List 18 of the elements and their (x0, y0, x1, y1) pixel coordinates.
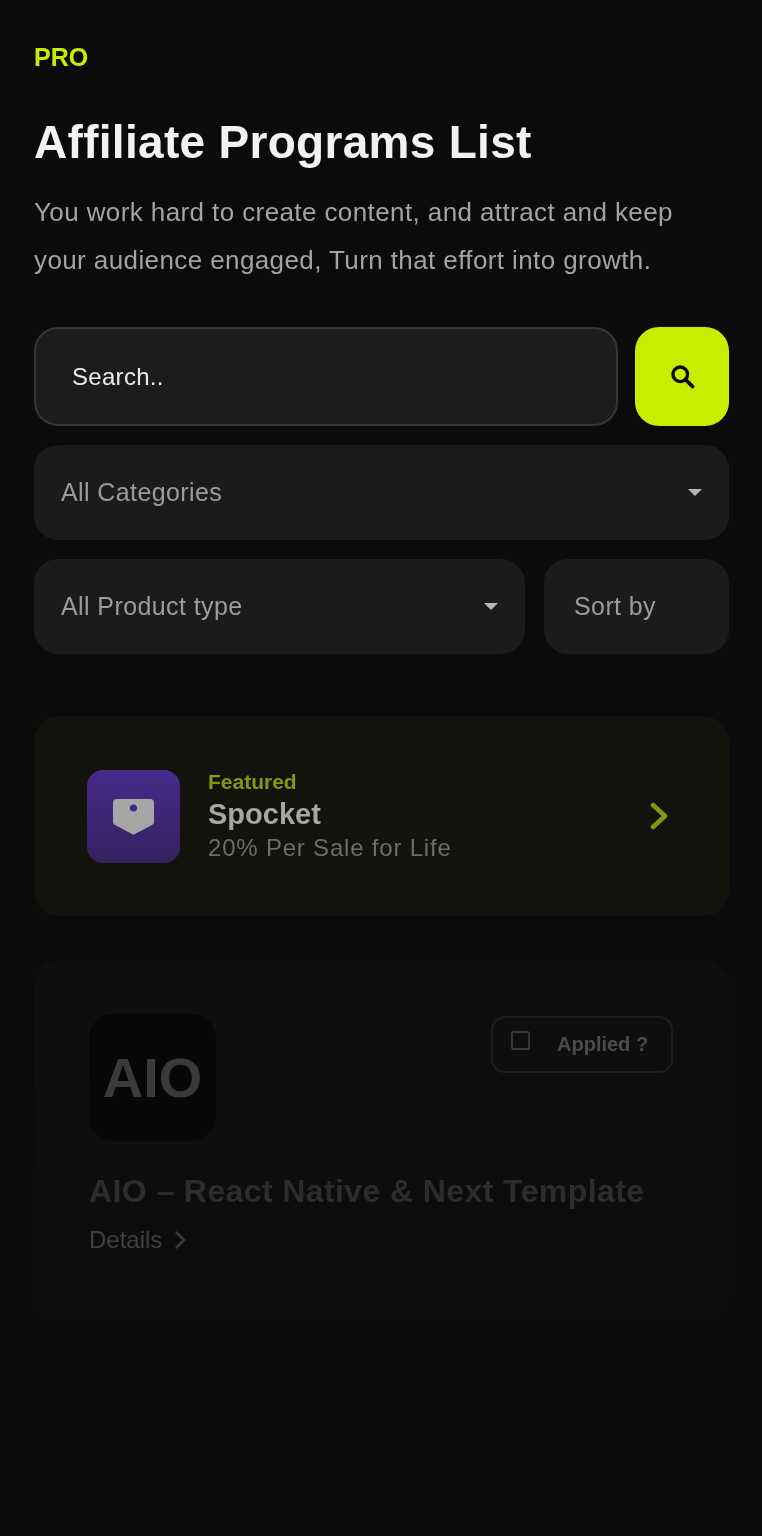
caret-down-icon (688, 489, 702, 496)
search-field[interactable]: Search.. (34, 327, 618, 426)
page-description: You work hard to create content, and attract and keep your audience engaged, Turn that effort into growth. (34, 196, 674, 277)
pro-label: PRO (34, 42, 89, 73)
search-icon (668, 363, 696, 390)
search-button[interactable] (635, 327, 729, 426)
caret-down-icon (484, 603, 498, 610)
featured-label: Featured (208, 769, 297, 795)
product-type-dropdown[interactable]: All Product type (34, 559, 525, 654)
program-name: Spocket (208, 797, 321, 832)
commission-text: 20% Per Sale for Life (208, 833, 452, 863)
chevron-right-icon (650, 802, 668, 830)
category-dropdown[interactable]: All Categories (34, 445, 729, 540)
page-title: Affiliate Programs List (34, 115, 533, 170)
chevron-right-icon (174, 1230, 187, 1250)
sort-dropdown[interactable]: Sort by (544, 559, 729, 654)
featured-card[interactable]: Featured Spocket 20% Per Sale for Life (34, 716, 729, 916)
tag-logo-icon (87, 769, 180, 863)
